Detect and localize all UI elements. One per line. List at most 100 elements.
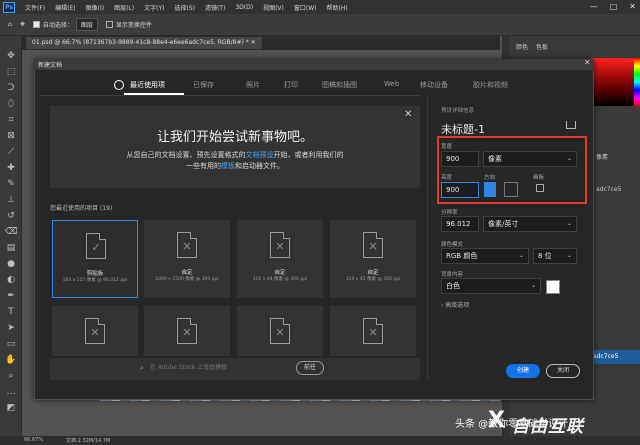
- maximize-icon[interactable]: □: [610, 2, 618, 11]
- marquee-tool-icon[interactable]: ⬚: [5, 66, 17, 78]
- history-brush-icon[interactable]: ↺: [5, 210, 17, 222]
- menu-type[interactable]: 文字(Y): [144, 3, 164, 12]
- recent-item-clipboard[interactable]: ✓ 剪贴板 164 x 157 像素 @ 96.012 ppi: [52, 220, 138, 298]
- tab-recent[interactable]: 最近使用项: [130, 80, 165, 90]
- close-icon[interactable]: ✕: [629, 2, 636, 11]
- cross-icon: ✕: [90, 326, 100, 339]
- check-icon: ✓: [91, 241, 101, 254]
- width-input[interactable]: 900: [441, 151, 479, 167]
- recent-item-custom[interactable]: ✕ 自定 116 x 48 像素 @ 300 ppi: [237, 220, 323, 298]
- height-input[interactable]: 900: [441, 182, 479, 198]
- stamp-tool-icon[interactable]: ⊥: [5, 194, 17, 206]
- landscape-icon[interactable]: [504, 182, 518, 197]
- zoom-level[interactable]: 66.67%: [24, 437, 43, 443]
- cross-icon: ✕: [275, 326, 285, 339]
- tab-color[interactable]: 颜色: [516, 42, 528, 54]
- hand-tool-icon[interactable]: ✋: [5, 354, 17, 366]
- tab-film-video[interactable]: 胶片和视频: [473, 80, 508, 90]
- type-tool-icon[interactable]: T: [5, 306, 17, 318]
- banner-close-icon[interactable]: ✕: [404, 109, 412, 120]
- move-tool-icon[interactable]: ✥: [5, 50, 17, 62]
- history-item[interactable]: adc7ce5: [590, 350, 640, 364]
- healing-tool-icon[interactable]: ✚: [5, 162, 17, 174]
- tab-swatches[interactable]: 色板: [536, 42, 548, 54]
- hue-slider[interactable]: [634, 58, 640, 106]
- auto-select-dropdown[interactable]: 图层: [75, 18, 98, 31]
- portrait-icon[interactable]: [484, 182, 496, 197]
- cross-icon: ✕: [368, 240, 378, 253]
- menu-window[interactable]: 窗口(W): [294, 3, 317, 12]
- resolution-unit-dropdown[interactable]: 像素/英寸 ⌄: [483, 216, 577, 232]
- background-color-swatch[interactable]: [546, 280, 560, 294]
- blur-tool-icon[interactable]: ●: [5, 258, 17, 270]
- bit-depth-dropdown[interactable]: 8 位 ⌄: [533, 248, 577, 264]
- color-picker-field[interactable]: [590, 58, 634, 106]
- quick-select-tool-icon[interactable]: ⬯: [5, 98, 17, 110]
- advanced-options-toggle[interactable]: › 高级选项: [441, 300, 469, 309]
- menu-filter[interactable]: 滤镜(T): [205, 3, 225, 12]
- menu-image[interactable]: 图像(I): [86, 3, 104, 12]
- active-tab-underline: [124, 93, 184, 95]
- menu-3d[interactable]: 3D(D): [235, 4, 253, 11]
- minimize-icon[interactable]: —: [590, 2, 598, 11]
- document-name[interactable]: 未标题-1: [441, 121, 485, 137]
- gradient-tool-icon[interactable]: ▤: [5, 242, 17, 254]
- stock-search-input[interactable]: [150, 364, 290, 371]
- tab-art-illustration[interactable]: 图稿和插图: [322, 80, 357, 90]
- path-select-tool-icon[interactable]: ➤: [5, 322, 17, 334]
- recent-item[interactable]: ✕: [237, 306, 323, 356]
- pen-tool-icon[interactable]: ✒: [5, 290, 17, 302]
- zoom-tool-icon[interactable]: ⌕: [5, 370, 17, 382]
- recent-item[interactable]: ✕: [144, 306, 230, 356]
- more-tools-icon[interactable]: …: [5, 386, 17, 398]
- menu-help[interactable]: 帮助(H): [327, 3, 348, 12]
- go-button[interactable]: 前往: [296, 361, 324, 375]
- artboard-checkbox[interactable]: [536, 184, 544, 192]
- tab-saved[interactable]: 已保存: [193, 80, 214, 90]
- recent-item-custom[interactable]: ✕ 自定 1000 x 1500 像素 @ 300 ppi: [144, 220, 230, 298]
- photoshop-logo: Ps: [3, 1, 15, 13]
- tab-web[interactable]: Web: [384, 80, 399, 88]
- color-mode-dropdown[interactable]: RGB 颜色 ⌄: [441, 248, 529, 264]
- menu-edit[interactable]: 编辑(E): [55, 3, 75, 12]
- auto-select-option[interactable]: 自动选择： 图层: [32, 18, 98, 31]
- eyedropper-tool-icon[interactable]: ⟋: [5, 146, 17, 158]
- eraser-tool-icon[interactable]: ⌫: [5, 226, 18, 238]
- width-unit-dropdown[interactable]: 像素 ⌄: [483, 151, 577, 167]
- create-button[interactable]: 创建: [506, 364, 540, 378]
- document-presets-link[interactable]: 文档预设: [246, 151, 274, 159]
- lasso-tool-icon[interactable]: ᑐ: [5, 82, 17, 94]
- auto-select-checkbox[interactable]: [32, 21, 40, 28]
- close-button[interactable]: 关闭: [546, 364, 580, 378]
- brush-tool-icon[interactable]: ✎: [5, 178, 17, 190]
- menu-view[interactable]: 视图(V): [263, 3, 284, 12]
- tab-photo[interactable]: 照片: [246, 80, 260, 90]
- recent-item[interactable]: ✕: [52, 306, 138, 356]
- artboard-label: 画板: [533, 175, 545, 181]
- document-tab[interactable]: 01.psd @ 66.7% (871367b3-9889-41c8-88e4-…: [26, 37, 262, 49]
- document-icon: ✕: [177, 232, 197, 258]
- resolution-input[interactable]: 96.012: [441, 216, 479, 232]
- color-swatches-icon[interactable]: ◩: [5, 402, 17, 414]
- tab-mobile[interactable]: 移动设备: [420, 80, 448, 90]
- frame-tool-icon[interactable]: ⊠: [5, 130, 17, 142]
- save-preset-icon[interactable]: [566, 121, 576, 129]
- home-icon[interactable]: ⌂: [8, 21, 12, 28]
- show-transform-option[interactable]: 显示变换控件: [105, 20, 152, 29]
- menu-select[interactable]: 选择(S): [174, 3, 195, 12]
- templates-link[interactable]: 模板: [221, 162, 235, 170]
- dialog-close-icon[interactable]: ✕: [584, 58, 591, 67]
- dodge-tool-icon[interactable]: ◐: [5, 274, 17, 286]
- show-transform-checkbox[interactable]: [105, 21, 113, 28]
- menu-layer[interactable]: 图层(L): [114, 3, 134, 12]
- crop-tool-icon[interactable]: ⌗: [5, 114, 17, 126]
- shape-tool-icon[interactable]: ▭: [5, 338, 17, 350]
- tab-print[interactable]: 打印: [284, 80, 298, 90]
- bit-depth-value: 8 位: [538, 252, 552, 260]
- background-dropdown[interactable]: 白色 ⌄: [441, 278, 541, 294]
- move-tool-icon[interactable]: ✥: [20, 21, 25, 28]
- menu-file[interactable]: 文件(F): [25, 3, 45, 12]
- recent-item[interactable]: ✕: [330, 306, 416, 356]
- recent-item-custom[interactable]: ✕ 自定 119 x 45 像素 @ 300 ppi: [330, 220, 416, 298]
- search-icon: ⌕: [140, 364, 144, 372]
